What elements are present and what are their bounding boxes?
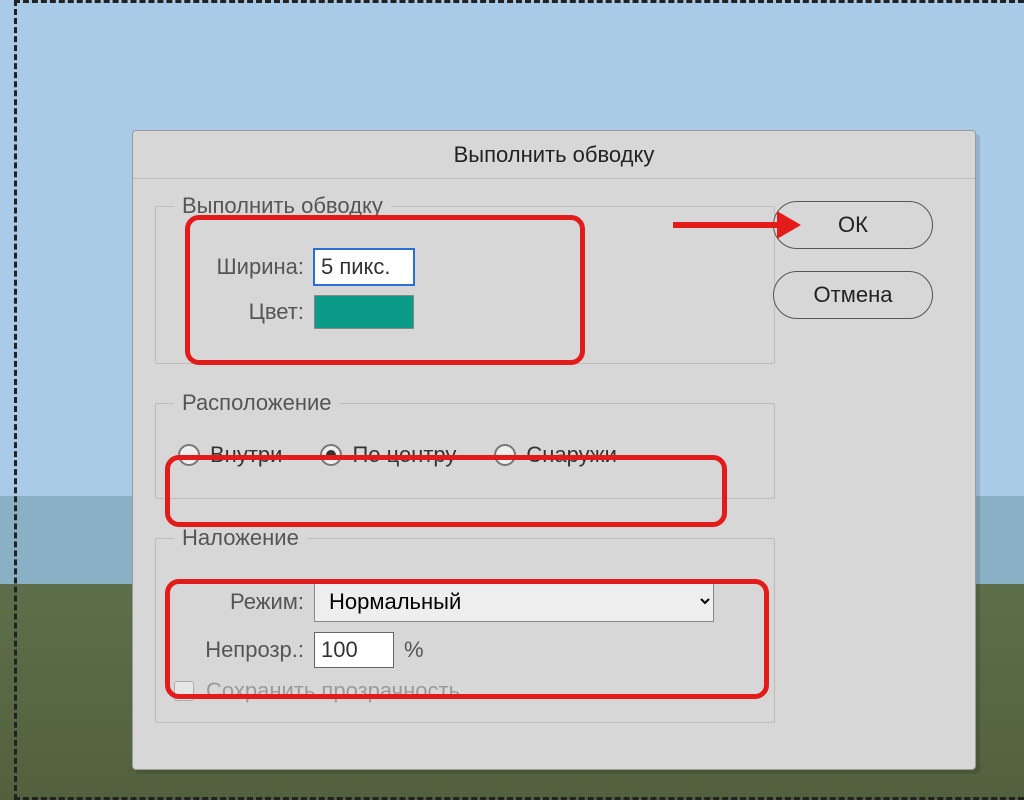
blend-legend: Наложение xyxy=(174,525,307,551)
dialog-title: Выполнить обводку xyxy=(133,131,975,179)
cancel-button[interactable]: Отмена xyxy=(773,271,933,319)
ok-button[interactable]: ОК xyxy=(773,201,933,249)
radio-center-label: По центру xyxy=(352,442,456,468)
width-label: Ширина: xyxy=(174,254,314,280)
radio-icon xyxy=(494,444,516,466)
radio-icon xyxy=(178,444,200,466)
stroke-legend: Выполнить обводку xyxy=(174,193,391,219)
preserve-checkbox[interactable] xyxy=(174,681,194,701)
width-input[interactable] xyxy=(314,249,414,285)
opacity-input[interactable] xyxy=(314,632,394,668)
position-legend: Расположение xyxy=(174,390,340,416)
opacity-label: Непрозр.: xyxy=(174,637,314,663)
blend-group: Наложение Режим: Нормальный Непрозр.: % xyxy=(155,525,775,723)
position-group: Расположение Внутри По центру Снаружи xyxy=(155,390,775,499)
stroke-dialog: Выполнить обводку Выполнить обводку Шири… xyxy=(132,130,976,770)
radio-outside-label: Снаружи xyxy=(526,442,617,468)
canvas-background: Выполнить обводку Выполнить обводку Шири… xyxy=(0,0,1024,800)
mode-label: Режим: xyxy=(174,589,314,615)
radio-outside[interactable]: Снаружи xyxy=(494,442,617,468)
opacity-suffix: % xyxy=(404,637,424,663)
color-label: Цвет: xyxy=(174,299,314,325)
position-radio-row: Внутри По центру Снаружи xyxy=(174,436,756,474)
preserve-label: Сохранить прозрачность xyxy=(206,678,460,704)
mode-select[interactable]: Нормальный xyxy=(314,581,714,622)
radio-center[interactable]: По центру xyxy=(320,442,456,468)
stroke-group: Выполнить обводку Ширина: Цвет: xyxy=(155,193,775,364)
radio-inside-label: Внутри xyxy=(210,442,282,468)
radio-icon xyxy=(320,444,342,466)
color-swatch[interactable] xyxy=(314,295,414,329)
radio-inside[interactable]: Внутри xyxy=(178,442,282,468)
